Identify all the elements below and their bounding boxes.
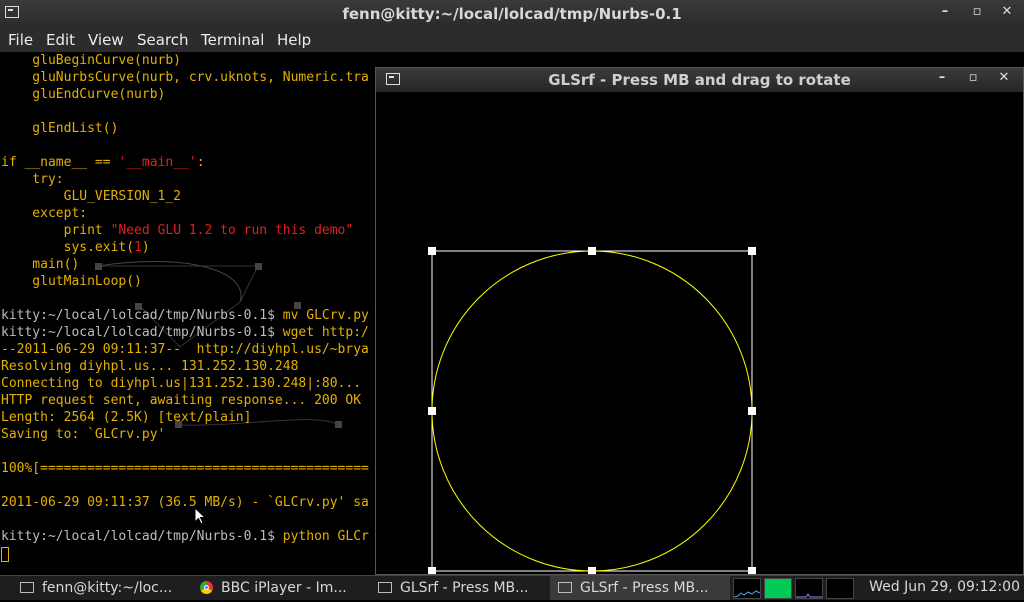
minimize-button[interactable]: – [935,4,955,19]
control-point[interactable] [428,247,436,255]
shell-prompt: kitty:~/local/lolcad/tmp/Nurbs-0.1$ [1,308,283,323]
chrome-icon [200,581,213,594]
terminal-icon [20,582,34,593]
control-point[interactable] [588,567,596,574]
memory-monitor-icon[interactable] [764,578,792,599]
terminal-line: GLU_VERSION_1_2 [1,189,182,204]
shell-command: wget http:/ [282,325,369,340]
glsrf-window[interactable]: GLSrf - Press MB and drag to rotate – ▫ … [375,67,1024,575]
code-text: print [1,223,111,238]
taskbar-item-label: fenn@kitty:~/loc... [42,580,173,596]
taskbar-item-label: BBC iPlayer - Im... [221,580,347,596]
terminal-titlebar[interactable]: fenn@kitty:~/local/lolcad/tmp/Nurbs-0.1 … [0,0,1024,28]
glsrf-minimize-button[interactable]: – [932,70,952,85]
terminal-line: if __name__ == '__main__': [1,154,205,171]
terminal-line: main() [1,257,80,272]
taskbar-item-glsrf-1[interactable]: GLSrf - Press MB... [370,576,550,600]
terminal-line: sys.exit(1) [1,239,150,256]
string-literal: '__main__' [118,155,197,170]
cpu-monitor-icon[interactable] [733,578,761,599]
code-text: sys.exit( [1,240,135,255]
control-point[interactable] [748,407,756,415]
clock[interactable]: Wed Jun 29, 09:12:00 [869,579,1020,595]
terminal-line: Saving to: `GLCrv.py' [1,427,166,442]
glsrf-maximize-button[interactable]: ▫ [963,70,983,85]
terminal-line: print "Need GLU 1.2 to run this demo" [1,222,354,239]
glsrf-titlebar[interactable]: GLSrf - Press MB and drag to rotate – ▫ … [376,68,1023,92]
menu-file[interactable]: File [8,31,33,49]
menu-help[interactable]: Help [277,31,311,49]
glsrf-window-title: GLSrf - Press MB and drag to rotate [548,71,851,89]
terminal-line: kitty:~/local/lolcad/tmp/Nurbs-0.1$ pyth… [1,528,369,545]
terminal-line: except: [1,206,88,221]
terminal-line: kitty:~/local/lolcad/tmp/Nurbs-0.1$ mv G… [1,307,369,324]
terminal-cursor [1,547,9,562]
number-literal: 1 [134,240,142,255]
network-monitor-icon[interactable] [795,578,823,599]
control-point[interactable] [748,247,756,255]
terminal-line: gluEndCurve(nurb) [1,87,166,102]
terminal-line: glEndList() [1,121,119,136]
menu-terminal[interactable]: Terminal [201,31,264,49]
taskbar-item-terminal[interactable]: fenn@kitty:~/loc... [0,576,190,600]
taskbar-item-glsrf-2[interactable]: GLSrf - Press MB... [550,576,730,600]
shell-command: mv GLCrv.py [282,308,369,323]
control-point[interactable] [748,567,756,574]
terminal-line: --2011-06-29 09:11:37-- http://diyhpl.us… [1,342,369,357]
gl-render-canvas[interactable] [376,92,1023,574]
nurbs-circle-curve [431,250,753,572]
load-monitor-icon[interactable] [826,578,854,599]
menu-view[interactable]: View [88,31,124,49]
terminal-line: kitty:~/local/lolcad/tmp/Nurbs-0.1$ wget… [1,324,369,341]
control-point[interactable] [428,567,436,574]
string-literal: "Need GLU 1.2 to run this demo" [110,223,354,238]
control-polygon [431,250,753,572]
menu-edit[interactable]: Edit [46,31,75,49]
code-text: ) [141,240,150,255]
window-icon [558,582,572,593]
code-text: if __name__ == [1,155,119,170]
terminal-line: Connecting to diyhpl.us|131.252.130.248|… [1,376,362,391]
taskbar-item-label: GLSrf - Press MB... [400,580,529,596]
shell-prompt: kitty:~/local/lolcad/tmp/Nurbs-0.1$ [1,529,283,544]
terminal-menubar: File Edit View Search Terminal Help [0,28,1024,52]
taskbar: fenn@kitty:~/loc... BBC iPlayer - Im... … [0,575,1024,600]
terminal-line: 100%[===================================… [1,461,369,476]
taskbar-item-label: GLSrf - Press MB... [580,580,709,596]
menu-search[interactable]: Search [137,31,189,49]
maximize-button[interactable]: ▫ [967,4,987,19]
terminal-line: gluNurbsCurve(nurb, crv.uknots, Numeric.… [1,70,369,85]
taskbar-item-iplayer[interactable]: BBC iPlayer - Im... [190,576,370,600]
mouse-pointer-icon [194,507,206,525]
window-icon [378,582,392,593]
terminal-line: HTTP request sent, awaiting response... … [1,393,362,408]
control-point[interactable] [428,407,436,415]
terminal-line: gluBeginCurve(nurb) [1,53,182,68]
control-point[interactable] [588,247,596,255]
shell-command: python GLCr [282,529,369,544]
glsrf-close-button[interactable]: ✕ [994,70,1014,85]
terminal-line: Resolving diyhpl.us... 131.252.130.248 [1,359,299,374]
shell-prompt: kitty:~/local/lolcad/tmp/Nurbs-0.1$ [1,325,283,340]
code-text: : [196,155,205,170]
terminal-line: 2011-06-29 09:11:37 (36.5 MB/s) - `GLCrv… [1,495,369,510]
terminal-window-title: fenn@kitty:~/local/lolcad/tmp/Nurbs-0.1 [342,5,682,23]
terminal-line: Length: 2564 (2.5K) [text/plain] [1,410,252,425]
terminal-line: glutMainLoop() [1,274,142,289]
terminal-line: try: [1,172,64,187]
close-button[interactable]: ✕ [997,4,1017,19]
